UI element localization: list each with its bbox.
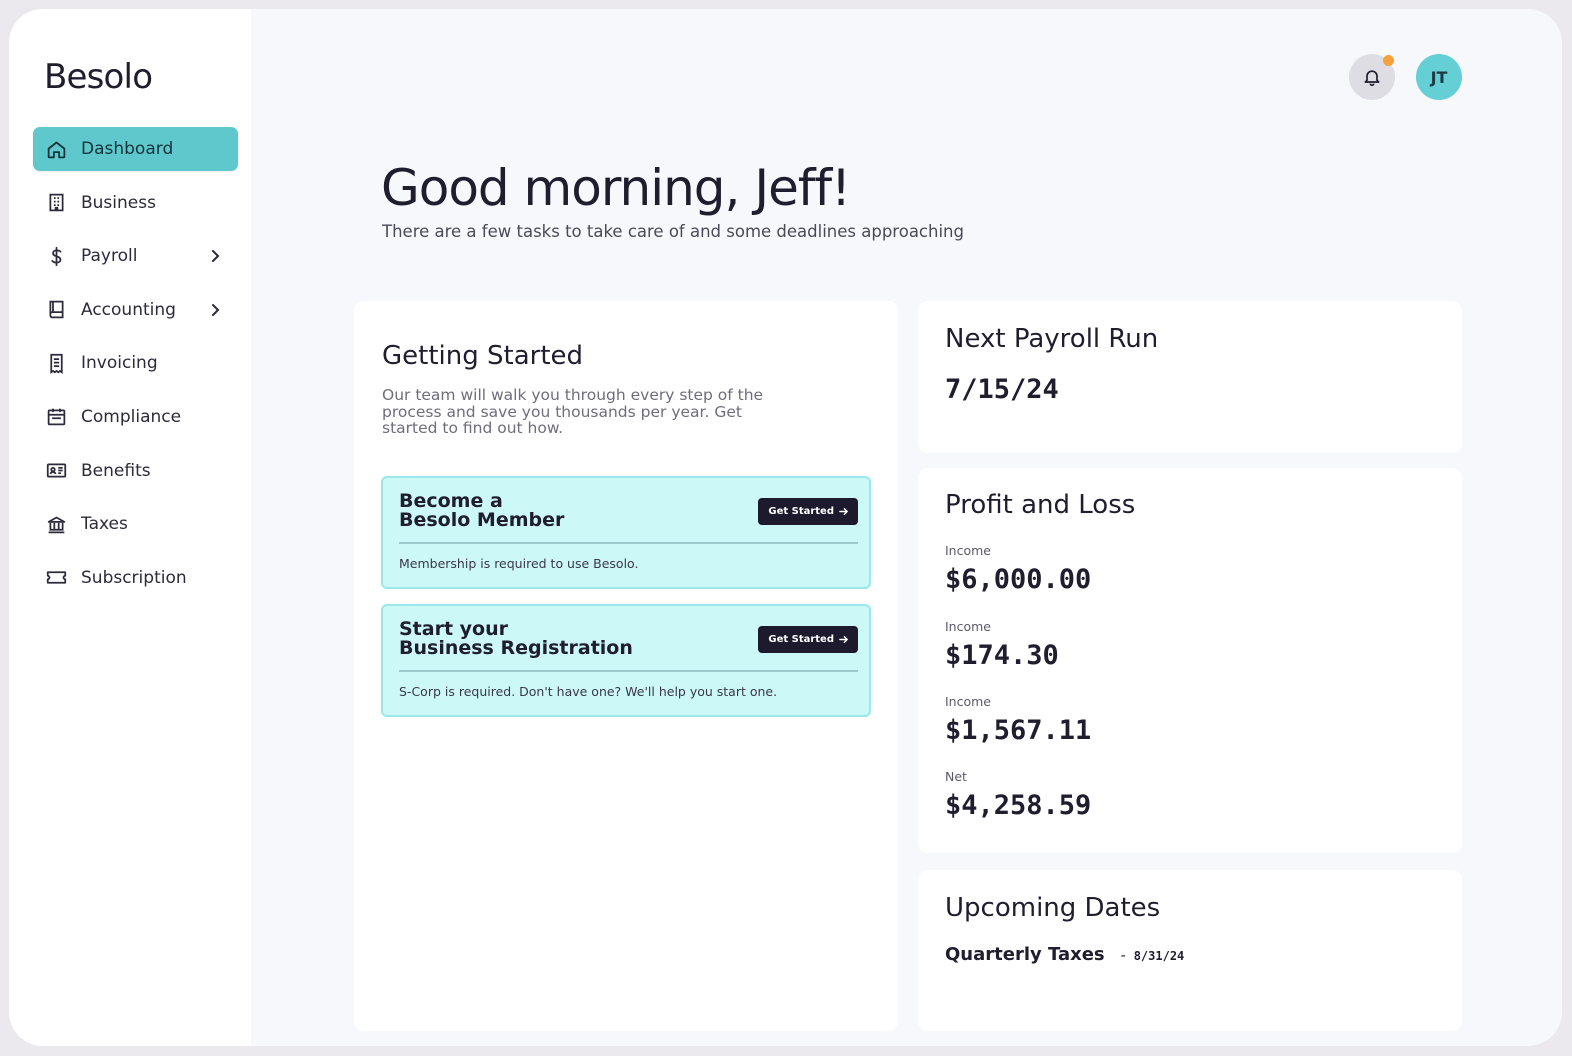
pnl-value: $6,000.00: [945, 564, 1092, 595]
getting-started-card: Getting Started Our team will walk you t…: [354, 301, 898, 1031]
device-frame: Besolo Dashboard Business Payroll Accoun…: [0, 0, 1572, 1056]
dollar-icon: [45, 245, 67, 267]
upcoming-dates-card: Upcoming Dates Quarterly Taxes - 8/31/24: [918, 870, 1462, 1031]
book-icon: [45, 299, 67, 321]
sidebar-item-compliance[interactable]: Compliance: [33, 395, 238, 439]
card-title: Profit and Loss: [945, 490, 1136, 520]
page-subtitle: There are a few tasks to take care of an…: [382, 222, 964, 241]
ticket-icon: [45, 567, 67, 589]
sidebar-item-benefits[interactable]: Benefits: [33, 449, 238, 493]
task-become-member[interactable]: Become a Besolo Member Get Started Membe…: [381, 476, 871, 589]
arrow-right-icon: [839, 508, 848, 515]
user-avatar[interactable]: JT: [1416, 54, 1462, 100]
button-label: Get Started: [768, 506, 834, 517]
pnl-value: $1,567.11: [945, 715, 1092, 746]
sidebar-item-payroll[interactable]: Payroll: [33, 234, 238, 278]
pnl-label: Income: [945, 543, 991, 558]
sidebar-nav: Dashboard Business Payroll Accounting In…: [33, 127, 238, 609]
sidebar-item-subscription[interactable]: Subscription: [33, 556, 238, 600]
card-title: Upcoming Dates: [945, 893, 1161, 923]
profit-loss-card: Profit and Loss Income $6,000.00 Income …: [918, 468, 1462, 853]
arrow-right-icon: [839, 636, 848, 643]
card-title: Next Payroll Run: [945, 324, 1159, 354]
sidebar-item-label: Accounting: [81, 299, 176, 320]
calendar-icon: [45, 406, 67, 428]
task-title: Become a Besolo Member: [399, 490, 565, 531]
sidebar-item-accounting[interactable]: Accounting: [33, 288, 238, 332]
pnl-value: $4,258.59: [945, 790, 1092, 821]
deadline-date: 8/31/24: [1133, 949, 1185, 963]
sidebar-item-label: Taxes: [81, 514, 128, 535]
page-title: Good morning, Jeff!: [381, 159, 851, 217]
task-business-registration[interactable]: Start your Business Registration Get Sta…: [381, 604, 871, 717]
task-title: Start your Business Registration: [399, 618, 633, 659]
bank-icon: [45, 513, 67, 535]
sidebar-item-business[interactable]: Business: [33, 181, 238, 225]
sidebar: Besolo Dashboard Business Payroll Accoun…: [9, 9, 251, 1046]
sidebar-item-label: Dashboard: [81, 139, 174, 159]
pnl-label: Income: [945, 694, 991, 709]
id-card-icon: [45, 460, 67, 482]
next-payroll-card: Next Payroll Run 7/15/24: [918, 301, 1462, 453]
get-started-button[interactable]: Get Started: [758, 498, 858, 525]
payroll-date: 7/15/24: [945, 374, 1059, 405]
card-title: Getting Started: [382, 341, 584, 371]
sidebar-item-label: Benefits: [81, 460, 151, 481]
sidebar-item-label: Payroll: [81, 246, 138, 267]
app-logo: Besolo: [44, 57, 153, 97]
sidebar-item-invoicing[interactable]: Invoicing: [33, 341, 238, 385]
sidebar-item-label: Compliance: [81, 406, 182, 427]
receipt-icon: [45, 352, 67, 374]
pnl-row: Income $174.30: [945, 619, 1059, 671]
sidebar-item-label: Invoicing: [81, 353, 158, 374]
app-screen: Besolo Dashboard Business Payroll Accoun…: [9, 9, 1562, 1046]
separator: -: [1120, 948, 1126, 964]
sidebar-item-label: Subscription: [81, 567, 187, 588]
notifications-button[interactable]: [1349, 54, 1395, 100]
sidebar-item-dashboard[interactable]: Dashboard: [33, 127, 238, 171]
get-started-button[interactable]: Get Started: [758, 626, 858, 653]
card-description: Our team will walk you through every ste…: [382, 386, 764, 437]
divider: [399, 542, 858, 544]
sidebar-item-taxes[interactable]: Taxes: [33, 502, 238, 546]
button-label: Get Started: [768, 634, 834, 645]
pnl-row: Income $6,000.00: [945, 543, 1091, 595]
pnl-value: $174.30: [945, 640, 1059, 671]
pnl-row: Net $4,258.59: [945, 769, 1091, 821]
upcoming-date-item[interactable]: Quarterly Taxes - 8/31/24: [945, 944, 1184, 965]
pnl-label: Net: [945, 769, 967, 784]
divider: [399, 670, 858, 672]
building-icon: [45, 192, 67, 214]
notification-badge: [1383, 55, 1394, 66]
pnl-row: Income $1,567.11: [945, 694, 1091, 746]
sidebar-item-label: Business: [81, 192, 156, 213]
pnl-label: Income: [945, 619, 991, 634]
chevron-right-icon[interactable]: [208, 301, 222, 319]
task-note: Membership is required to use Besolo.: [399, 556, 639, 571]
task-note: S-Corp is required. Don't have one? We'l…: [399, 684, 778, 699]
chevron-right-icon[interactable]: [208, 247, 222, 265]
bell-icon: [1364, 70, 1380, 87]
deadline-name: Quarterly Taxes: [945, 944, 1105, 965]
home-icon: [45, 138, 67, 160]
